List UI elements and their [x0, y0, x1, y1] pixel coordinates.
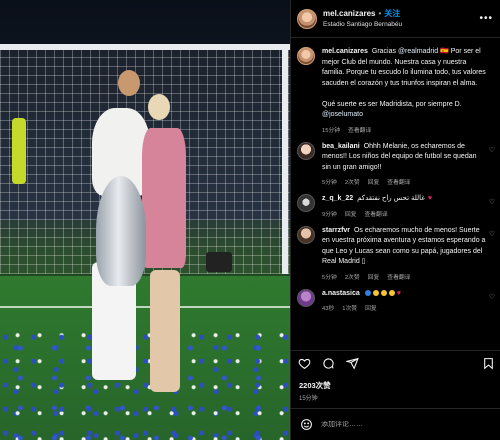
background-person [12, 118, 26, 184]
tv-camera [206, 252, 232, 272]
red-heart-emoji: ♥ [427, 195, 433, 202]
comment-icon[interactable] [321, 357, 335, 371]
reply-button[interactable]: 回复 [368, 177, 380, 186]
author-avatar[interactable] [297, 8, 317, 29]
comment-heart-icon[interactable]: ♡ [489, 230, 495, 238]
comment-text: bea_kailani Ohhh Melanie, os echaremos d… [322, 142, 487, 174]
mention-realmadrid[interactable]: @realmadrid [398, 48, 438, 55]
add-comment-bar [291, 408, 500, 440]
comment-text: a.nastasica ♥ [322, 289, 487, 300]
translate-button[interactable]: 查看翻译 [364, 209, 387, 218]
comment-item: starrzfvr Os echaremos mucho de menos! S… [291, 218, 500, 281]
likes-count[interactable]: 2203次赞 [299, 380, 331, 391]
post-location[interactable]: Estadio Santiago Bernabéu [323, 19, 402, 30]
comment-time: 9分钟 [322, 211, 337, 218]
comment-time: 43秒 [322, 306, 335, 312]
comments-list[interactable]: mel.canizares Gracias @realmadrid 🇪🇸 Por… [291, 39, 500, 347]
pitch-line [0, 306, 290, 308]
confetti [0, 330, 290, 440]
post-dialog: mel.canizares • 关注 Estadio Santiago Bern… [0, 0, 500, 440]
caption-meta: 15分钟 查看翻译 [322, 125, 487, 134]
comment-text: z_q_k_22 غاللة تحس راح نفتقدكم ♥ [322, 194, 487, 205]
comment-meta: 5分钟 2次赞 回复 查看翻译 [322, 177, 487, 186]
translate-button[interactable]: 查看翻译 [387, 177, 410, 186]
comment-likes[interactable]: 2次赞 [345, 177, 360, 186]
comment-item: bea_kailani Ohhh Melanie, os echaremos d… [291, 134, 500, 186]
reply-button[interactable]: 回复 [365, 303, 377, 312]
comment-meta: 43秒 1次赞 回复 [322, 303, 487, 312]
caption-text-3: Qué suerte es ser Madridista, por siempr… [322, 100, 462, 108]
smile-emoji [380, 289, 387, 296]
comment-meta: 9分钟 回复 查看翻译 [322, 209, 487, 218]
author-info: mel.canizares • 关注 Estadio Santiago Bern… [323, 8, 402, 30]
comment-likes[interactable]: 1次赞 [342, 303, 357, 312]
caption-username[interactable]: mel.canizares [322, 48, 368, 55]
comment-time: 5分钟 [322, 274, 337, 281]
comment-item: a.nastasica ♥ 43秒 1次赞 回复 ♡ [291, 281, 500, 312]
commenter-username[interactable]: z_q_k_22 [322, 195, 353, 202]
bookmark-icon[interactable] [481, 357, 495, 371]
caption-text-1: Gracias [371, 48, 398, 55]
smile-emoji [388, 289, 395, 296]
caption-translate[interactable]: 查看翻译 [348, 125, 371, 134]
commenter-avatar[interactable] [297, 288, 315, 307]
commenter-avatar[interactable] [297, 225, 315, 244]
woman-legs [150, 270, 180, 392]
commenter-avatar[interactable] [297, 194, 315, 212]
reply-button[interactable]: 回复 [368, 272, 380, 281]
post-time: 15分钟 [299, 396, 318, 402]
comment-heart-icon[interactable]: ♡ [489, 146, 495, 154]
caption-time: 15分钟 [322, 127, 341, 134]
smiley-icon[interactable] [299, 418, 313, 432]
heart-icon[interactable] [297, 357, 311, 371]
comment-body: غاللة تحس راح نفتقدكم [357, 195, 425, 202]
caption-text: mel.canizares Gracias @realmadrid 🇪🇸 Por… [322, 47, 487, 121]
commenter-username[interactable]: starrzfvr [322, 227, 350, 234]
champions-league-trophy [96, 176, 146, 286]
more-options-icon[interactable]: ••• [479, 13, 493, 24]
woman-head [148, 94, 170, 120]
comment-meta: 5分钟 2次赞 回复 查看翻译 [322, 272, 487, 281]
comment-time: 5分钟 [322, 180, 337, 186]
separator-dot: • [378, 8, 382, 18]
goal-post [282, 44, 288, 274]
post-photo[interactable] [0, 0, 290, 440]
comment-heart-icon[interactable]: ♡ [489, 293, 495, 301]
comment-likes[interactable]: 2次赞 [345, 272, 360, 281]
share-icon[interactable] [345, 357, 359, 371]
caption-avatar[interactable] [297, 47, 315, 65]
player-head [118, 70, 140, 96]
post-header: mel.canizares • 关注 Estadio Santiago Bern… [291, 0, 500, 38]
woman-dress [142, 128, 186, 268]
post-sidebar: mel.canizares • 关注 Estadio Santiago Bern… [290, 0, 500, 440]
smile-emoji [372, 289, 379, 296]
follow-button[interactable]: 关注 [384, 8, 400, 19]
mention-joselumato[interactable]: @joselumato [322, 111, 363, 118]
action-bar [291, 350, 500, 376]
author-username[interactable]: mel.canizares [323, 8, 375, 19]
red-heart-emoji: ♥ [396, 289, 401, 297]
comment-heart-icon[interactable]: ♡ [489, 198, 495, 206]
comment-input[interactable] [321, 421, 493, 428]
comment-item: z_q_k_22 غاللة تحس راح نفتقدكم ♥ 9分钟 回复 … [291, 186, 500, 218]
caption: mel.canizares Gracias @realmadrid 🇪🇸 Por… [291, 39, 500, 134]
comment-text: starrzfvr Os echaremos mucho de menos! S… [322, 226, 487, 268]
translate-button[interactable]: 查看翻译 [387, 272, 410, 281]
reply-button[interactable]: 回复 [345, 209, 357, 218]
commenter-username[interactable]: bea_kailani [322, 143, 360, 150]
goal-crossbar [0, 44, 290, 50]
blue-emoji [364, 289, 371, 296]
commenter-username[interactable]: a.nastasica [322, 290, 360, 297]
commenter-avatar[interactable] [297, 141, 315, 160]
